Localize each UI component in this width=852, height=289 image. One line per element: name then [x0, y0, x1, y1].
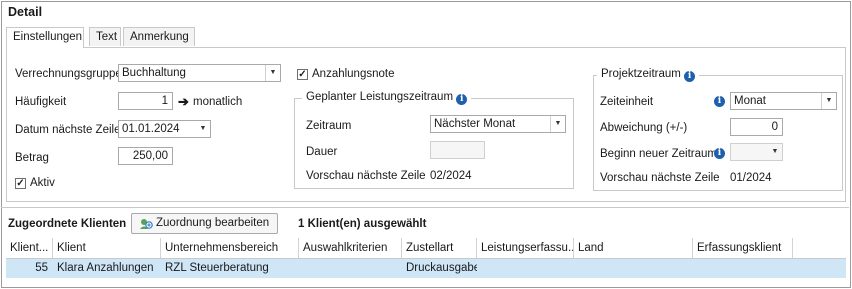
betrag-label: Betrag: [15, 152, 49, 164]
info-icon[interactable]: i: [456, 94, 468, 105]
tab-bar: Einstellungen Text Anmerkung: [6, 27, 846, 48]
leistungszeitraum-title: Geplanter Leistungszeitraum i: [302, 91, 472, 105]
haeufigkeit-label: Häufigkeit: [15, 96, 67, 108]
beginn-label: Beginn neuer Zeitraum: [600, 148, 717, 160]
aktiv-label: Aktiv: [30, 177, 55, 189]
column-header[interactable]: Klient: [53, 238, 161, 258]
column-header[interactable]: Land: [574, 238, 693, 258]
info-icon[interactable]: i: [714, 96, 725, 107]
check-icon: ✓: [16, 178, 25, 189]
datum-value: 01.01.2024: [122, 123, 180, 135]
arrow-right-icon: ➔: [178, 94, 189, 109]
detail-title: Detail: [8, 5, 43, 19]
haeufigkeit-input[interactable]: 1: [118, 92, 173, 110]
clients-table: Klient... Klient Unternehmensbereich Aus…: [6, 238, 846, 284]
table-cell: [299, 259, 402, 278]
dauer-label: Dauer: [306, 146, 338, 158]
table-cell: Klara Anzahlungen: [57, 262, 154, 274]
projektzeitraum-title-text: Projektzeitraum: [601, 68, 681, 80]
table-cell: [574, 259, 693, 278]
zuordnung-bearbeiten-button[interactable]: Zuordnung bearbeiten: [131, 213, 279, 234]
anzahlungsnote-label: Anzahlungsnote: [312, 68, 395, 80]
zugeordnete-klienten-title: Zugeordnete Klienten: [8, 218, 127, 230]
chevron-down-icon[interactable]: ▼: [821, 93, 836, 109]
zeitraum-select[interactable]: Nächster Monat ▼: [430, 115, 566, 133]
right-vorschau-value: 01/2024: [730, 172, 772, 184]
tab-anmerkung[interactable]: Anmerkung: [123, 27, 195, 46]
column-header[interactable]: Klient...: [6, 238, 53, 258]
table-cell: [693, 259, 793, 278]
leistungszeitraum-title-text: Geplanter Leistungszeitraum: [306, 91, 454, 103]
middle-vorschau-label: Vorschau nächste Zeile: [306, 170, 426, 182]
table-cell: Druckausgabe: [406, 262, 477, 274]
chevron-down-icon[interactable]: ▼: [768, 144, 782, 160]
datum-picker[interactable]: 01.01.2024 ▼: [118, 120, 211, 138]
edit-assignment-icon: [140, 219, 153, 229]
anzahlungsnote-checkbox[interactable]: ✓: [297, 69, 308, 80]
dauer-input[interactable]: [430, 141, 485, 159]
tab-text[interactable]: Text: [89, 27, 121, 46]
table-cell: [477, 259, 574, 278]
middle-vorschau-value: 02/2024: [430, 170, 472, 182]
column-header[interactable]: Leistungserfassu...: [477, 238, 574, 258]
tab-einstellungen[interactable]: Einstellungen: [6, 27, 84, 48]
abweichung-label: Abweichung (+/-): [600, 122, 688, 134]
verrechnungsgruppe-select[interactable]: Buchhaltung ▼: [118, 64, 281, 82]
chevron-down-icon[interactable]: ▼: [550, 116, 565, 132]
column-header[interactable]: Unternehmensbereich: [161, 238, 299, 258]
verrechnungsgruppe-label: Verrechnungsgruppe: [15, 68, 122, 80]
betrag-input[interactable]: 250,00: [118, 147, 173, 165]
beginn-select[interactable]: ▼: [730, 143, 783, 161]
section-divider: [1, 207, 849, 208]
column-header[interactable]: Erfassungsklient: [693, 238, 793, 258]
chevron-down-icon[interactable]: ▼: [265, 65, 280, 81]
abweichung-input[interactable]: 0: [730, 118, 783, 136]
zuordnung-bearbeiten-label: Zuordnung bearbeiten: [156, 217, 270, 229]
table-cell: RZL Steuerberatung: [165, 262, 269, 274]
info-icon[interactable]: i: [714, 148, 725, 159]
table-cell: 55: [35, 262, 48, 274]
verrechnungsgruppe-value: Buchhaltung: [122, 67, 186, 79]
zeitraum-label: Zeitraum: [306, 120, 352, 132]
zeiteinheit-value: Monat: [734, 95, 766, 107]
check-icon: ✓: [298, 69, 307, 80]
info-icon[interactable]: i: [684, 71, 696, 82]
column-header[interactable]: Auswahlkriterien: [299, 238, 402, 258]
aktiv-checkbox[interactable]: ✓: [15, 178, 26, 189]
right-vorschau-label: Vorschau nächste Zeile: [600, 172, 720, 184]
zeiteinheit-label: Zeiteinheit: [600, 96, 654, 108]
datum-label: Datum nächste Zeile: [15, 124, 121, 136]
chevron-down-icon[interactable]: ▼: [196, 121, 210, 137]
zeiteinheit-select[interactable]: Monat ▼: [730, 92, 837, 110]
column-header[interactable]: Zustellart: [402, 238, 477, 258]
zeitraum-value: Nächster Monat: [434, 118, 516, 130]
selected-count: 1 Klient(en) ausgewählt: [298, 218, 427, 230]
haeufigkeit-unit: monatlich: [193, 96, 243, 108]
projektzeitraum-title: Projektzeitraum i: [597, 68, 700, 82]
